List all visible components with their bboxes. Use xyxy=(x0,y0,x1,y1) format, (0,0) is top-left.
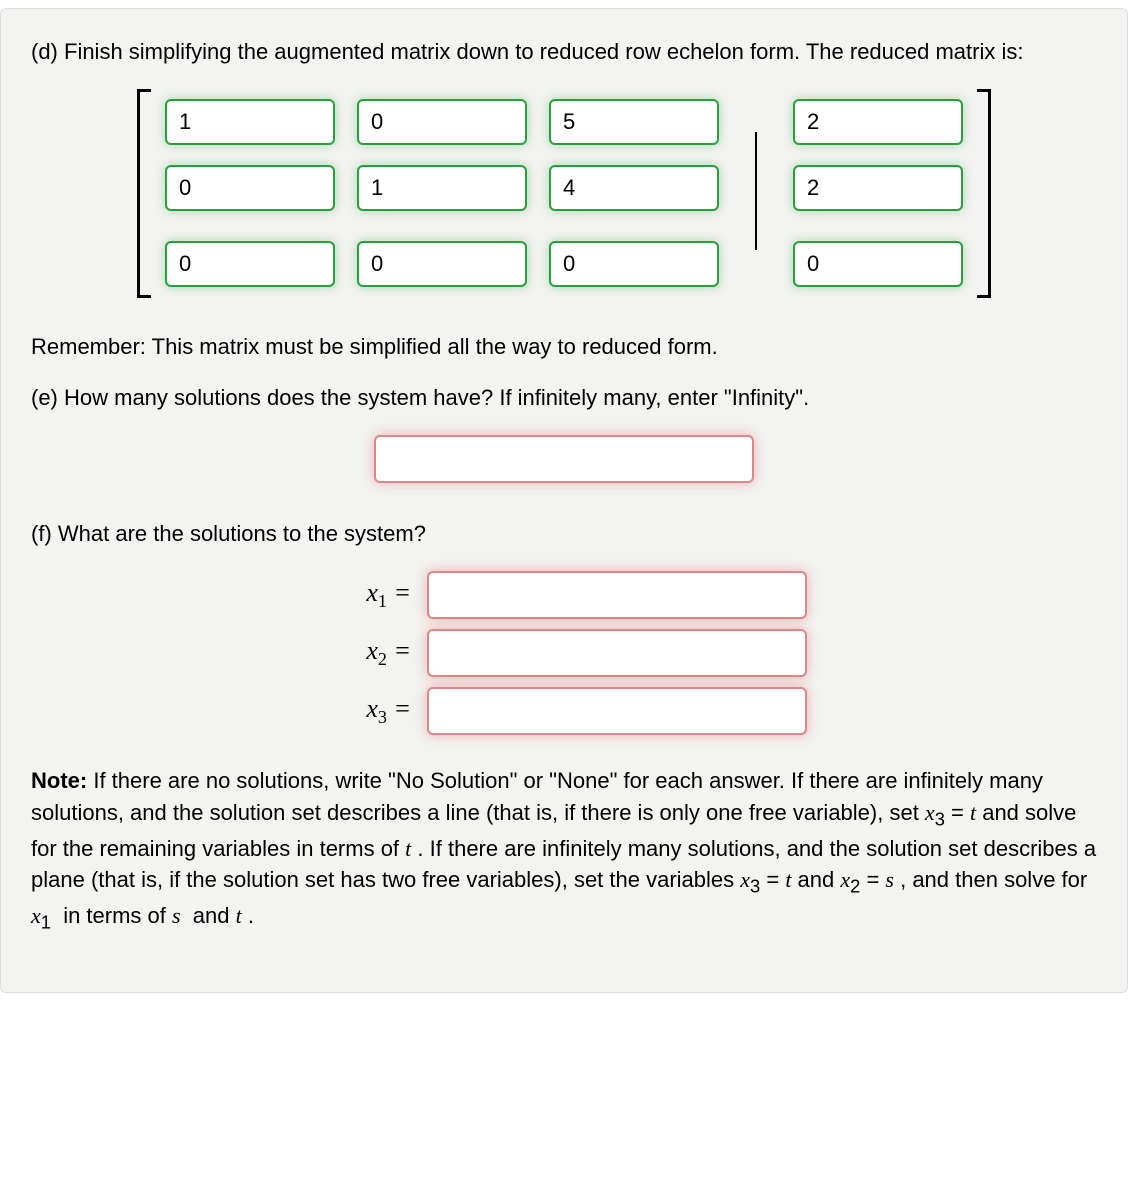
left-bracket-icon xyxy=(131,89,151,298)
part-f-prompt: (f) What are the solutions to the system… xyxy=(31,519,1097,549)
x2-input[interactable] xyxy=(427,629,807,677)
solution-row-x2: x2 = xyxy=(321,629,807,677)
part-d-reminder: Remember: This matrix must be simplified… xyxy=(31,332,1097,362)
matrix-cell-r2c3[interactable] xyxy=(549,165,719,211)
matrix-cell-r1c1[interactable] xyxy=(165,99,335,145)
part-e-input-row xyxy=(31,435,1097,483)
matrix-grid xyxy=(151,89,977,298)
problem-card: (d) Finish simplifying the augmented mat… xyxy=(0,8,1128,993)
augmented-matrix xyxy=(31,89,1097,298)
part-e-prompt: (e) How many solutions does the system h… xyxy=(31,383,1097,413)
x3-input[interactable] xyxy=(427,687,807,735)
matrix-cell-r1c3[interactable] xyxy=(549,99,719,145)
x1-label: x1 = xyxy=(321,578,411,612)
right-bracket-icon xyxy=(977,89,997,298)
matrix-cell-r1c2[interactable] xyxy=(357,99,527,145)
matrix-cell-r1c4[interactable] xyxy=(793,99,963,145)
solutions-block: x1 = x2 = x3 = xyxy=(31,571,1097,735)
solutions-count-input[interactable] xyxy=(374,435,754,483)
augment-bar-icon xyxy=(741,99,771,283)
matrix-cell-r2c1[interactable] xyxy=(165,165,335,211)
x2-label: x2 = xyxy=(321,636,411,670)
matrix-cell-r3c4[interactable] xyxy=(793,241,963,287)
matrix-cell-r3c3[interactable] xyxy=(549,241,719,287)
solution-row-x3: x3 = xyxy=(321,687,807,735)
matrix-cell-r3c2[interactable] xyxy=(357,241,527,287)
matrix-cell-r2c4[interactable] xyxy=(793,165,963,211)
x1-input[interactable] xyxy=(427,571,807,619)
part-d-prompt: (d) Finish simplifying the augmented mat… xyxy=(31,37,1097,67)
note-text: Note: If there are no solutions, write "… xyxy=(31,765,1097,937)
matrix-cell-r2c2[interactable] xyxy=(357,165,527,211)
x3-label: x3 = xyxy=(321,694,411,728)
matrix-cell-r3c1[interactable] xyxy=(165,241,335,287)
solution-row-x1: x1 = xyxy=(321,571,807,619)
